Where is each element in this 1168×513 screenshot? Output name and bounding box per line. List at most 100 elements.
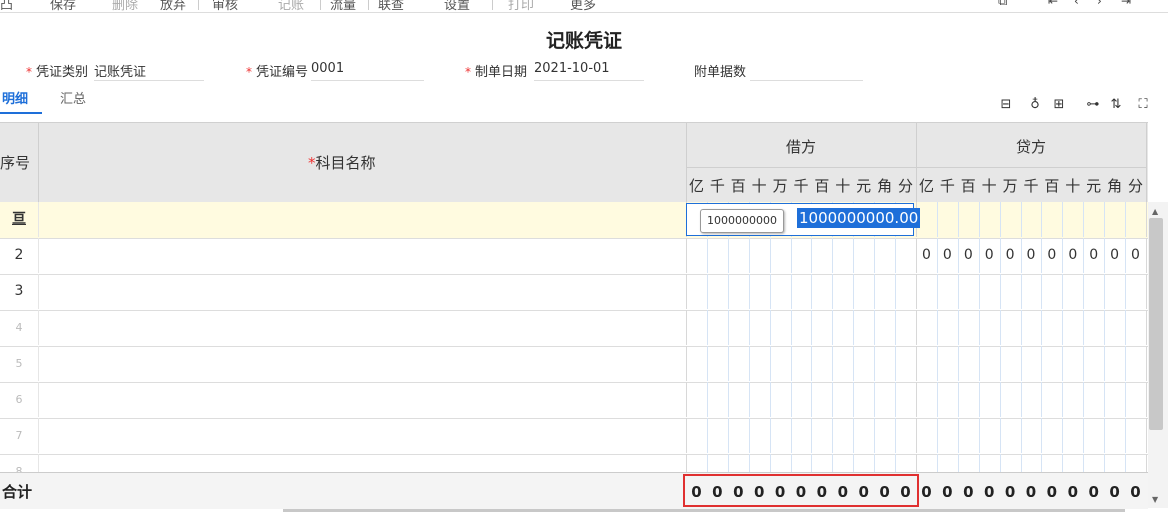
attach-count-input[interactable] (750, 61, 863, 81)
table-row[interactable]: 亘 (0, 202, 1148, 239)
toolbar-divider (320, 0, 321, 10)
total-credit-digit: 0 (942, 483, 953, 501)
toolbar-divider (368, 0, 369, 10)
row-number: 6 (15, 393, 23, 406)
row-number: 2 (14, 247, 24, 263)
total-credit-digit: 0 (983, 483, 995, 501)
required-mark: * (465, 65, 471, 79)
copy-icon[interactable]: ⧉ (998, 0, 1007, 9)
toolbar-flow[interactable]: 流量 (330, 0, 356, 12)
horizontal-scroll-thumb[interactable] (283, 509, 1125, 512)
toolbar-more[interactable]: 更多 (570, 0, 596, 12)
subject-cell[interactable] (38, 310, 687, 345)
unit-label: 千 (709, 177, 725, 195)
total-credit-digit: 0 (1109, 483, 1120, 501)
unit-label: 百 (1044, 177, 1060, 195)
toolbar-audit[interactable]: 审核 (212, 0, 238, 12)
total-credit-digit: 0 (1004, 483, 1016, 501)
toolbar-discard[interactable]: 放弃 (160, 0, 186, 12)
total-credit-digit: 0 (1025, 483, 1037, 501)
credit-digit: 0 (984, 247, 994, 263)
seq-header: 序号 (0, 154, 31, 172)
toolbar-divider (198, 0, 199, 10)
scroll-down-icon[interactable]: ▼ (1152, 495, 1158, 504)
subject-cell[interactable] (38, 418, 687, 453)
toolbar-save[interactable]: 保存 (50, 0, 76, 12)
voucher-date-input[interactable]: 2021-10-01 (534, 61, 644, 81)
subject-header: *科目名称 (308, 154, 376, 172)
credit-header: 贷方 (1016, 138, 1047, 156)
table-row[interactable]: 5 (0, 346, 1148, 383)
unit-label: 万 (772, 177, 788, 195)
total-row: 合计 0000000000000000000000 (0, 472, 1148, 509)
row-number: 亘 (12, 211, 26, 227)
debit-amount-value[interactable]: 1000000000.00 (797, 208, 921, 228)
subject-cell[interactable] (38, 346, 687, 381)
attach-count-field: 附单据数 (694, 61, 746, 81)
toolbar-item[interactable]: 凸 (0, 0, 13, 12)
tab-summary[interactable]: 汇总 (60, 88, 86, 107)
total-credit-digit: 0 (921, 483, 932, 501)
unit-label: 十 (1065, 177, 1081, 195)
credit-digit: 0 (963, 247, 973, 263)
toolbar-delete[interactable]: 删除 (112, 0, 138, 12)
voucher-date-label: 制单日期 (475, 65, 528, 80)
scroll-up-icon[interactable]: ▲ (1152, 207, 1158, 216)
toolbar-query[interactable]: 联查 (378, 0, 404, 12)
subject-cell[interactable] (38, 202, 687, 237)
credit-digit: 0 (1068, 247, 1078, 263)
unit-label: 元 (856, 177, 872, 195)
required-mark: * (26, 65, 32, 79)
unit-label: 十 (981, 177, 997, 195)
table-row[interactable]: 7 (0, 418, 1148, 455)
vertical-scroll-thumb[interactable] (1149, 218, 1163, 430)
subject-cell[interactable] (38, 274, 687, 309)
voucher-title: 记账凭证 (545, 30, 622, 52)
subject-cell[interactable] (38, 382, 687, 417)
table-row[interactable]: 4 (0, 310, 1148, 347)
fullscreen-icon[interactable]: ⛶ (1136, 98, 1150, 112)
toolbar-print[interactable]: 打印 (508, 0, 534, 12)
toolbar-post[interactable]: 记账 (278, 0, 304, 12)
voucher-type-label: 凭证类别 (36, 65, 89, 80)
top-toolbar: 凸 保存 删除 放弃 审核 记账 流量 联查 设置 打印 更多 ⧉ ⇤ ‹ › … (0, 0, 1168, 13)
unit-label: 十 (751, 177, 767, 195)
total-credit-digit: 0 (1088, 483, 1099, 501)
voucher-date-field: * 制单日期 (465, 61, 527, 81)
unit-label: 分 (897, 177, 913, 195)
credit-digit: 0 (942, 247, 952, 263)
voucher-number-input[interactable]: 0001 (311, 61, 424, 81)
attach-count-label: 附单据数 (694, 65, 747, 80)
insert-row-icon[interactable]: ⊟ (999, 98, 1013, 112)
required-mark: * (308, 154, 316, 172)
unit-label: 百 (960, 177, 976, 195)
unit-label: 百 (814, 177, 830, 195)
link-icon[interactable]: ⊶ (1086, 98, 1100, 112)
credit-digit: 0 (1110, 247, 1120, 263)
voucher-type-input[interactable]: 记账凭证 (94, 61, 204, 81)
toolbar-divider (492, 0, 493, 10)
table-row[interactable]: 6 (0, 382, 1148, 419)
total-credit-digit: 0 (1067, 483, 1079, 501)
credit-digit: 0 (922, 247, 931, 263)
adjust-icon[interactable]: ⇅ (1109, 98, 1123, 112)
money-bag-icon[interactable]: ♁ (1028, 98, 1042, 112)
subject-cell[interactable] (38, 238, 687, 273)
prev-page-icon[interactable]: ‹ (1074, 0, 1079, 8)
total-credit-digit: 0 (1046, 483, 1058, 501)
table-row[interactable]: 3 (0, 274, 1148, 311)
table-icon[interactable]: ⊞ (1052, 98, 1066, 112)
table-row[interactable]: 200000000000 (0, 238, 1148, 275)
toolbar-settings[interactable]: 设置 (444, 0, 470, 12)
tab-detail[interactable]: 明细 (0, 88, 43, 114)
credit-digit: 0 (1026, 247, 1036, 263)
last-page-icon[interactable]: ⇥ (1121, 0, 1131, 8)
unit-label: 元 (1086, 177, 1102, 195)
next-page-icon[interactable]: › (1097, 0, 1102, 8)
credit-digit: 0 (1131, 247, 1140, 263)
first-page-icon[interactable]: ⇤ (1048, 0, 1058, 8)
highlight-box (683, 474, 919, 507)
unit-label: 角 (877, 177, 893, 195)
amount-tooltip: 1000000000 (700, 209, 784, 233)
credit-digit: 0 (1089, 247, 1099, 263)
